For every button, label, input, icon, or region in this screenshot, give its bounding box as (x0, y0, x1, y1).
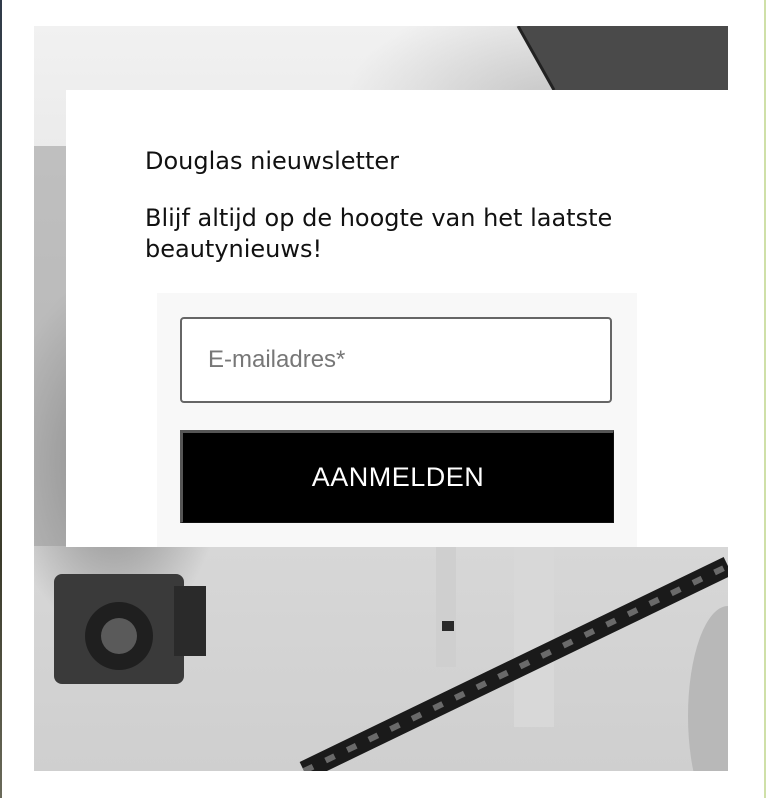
email-field[interactable] (180, 317, 612, 403)
figure-leg (436, 547, 456, 667)
camera-grip (174, 586, 206, 656)
hair-shape (688, 606, 728, 771)
newsletter-subtitle: Blijf altijd op de hoogte van het laatst… (145, 204, 613, 263)
watch-shape (442, 621, 454, 631)
left-edge-strip (0, 0, 2, 798)
camera-lens-inner (101, 618, 137, 654)
subscribe-button[interactable]: AANMELDEN (180, 430, 614, 523)
newsletter-card: Douglas nieuwsletter Blijf altijd op de … (66, 90, 728, 547)
left-figure-shape (34, 146, 68, 546)
page: Douglas nieuwsletter Blijf altijd op de … (0, 0, 766, 798)
newsletter-title: Douglas nieuwsletter (145, 147, 399, 175)
figure-leg-right (514, 547, 554, 727)
signup-form: AANMELDEN (157, 293, 637, 547)
